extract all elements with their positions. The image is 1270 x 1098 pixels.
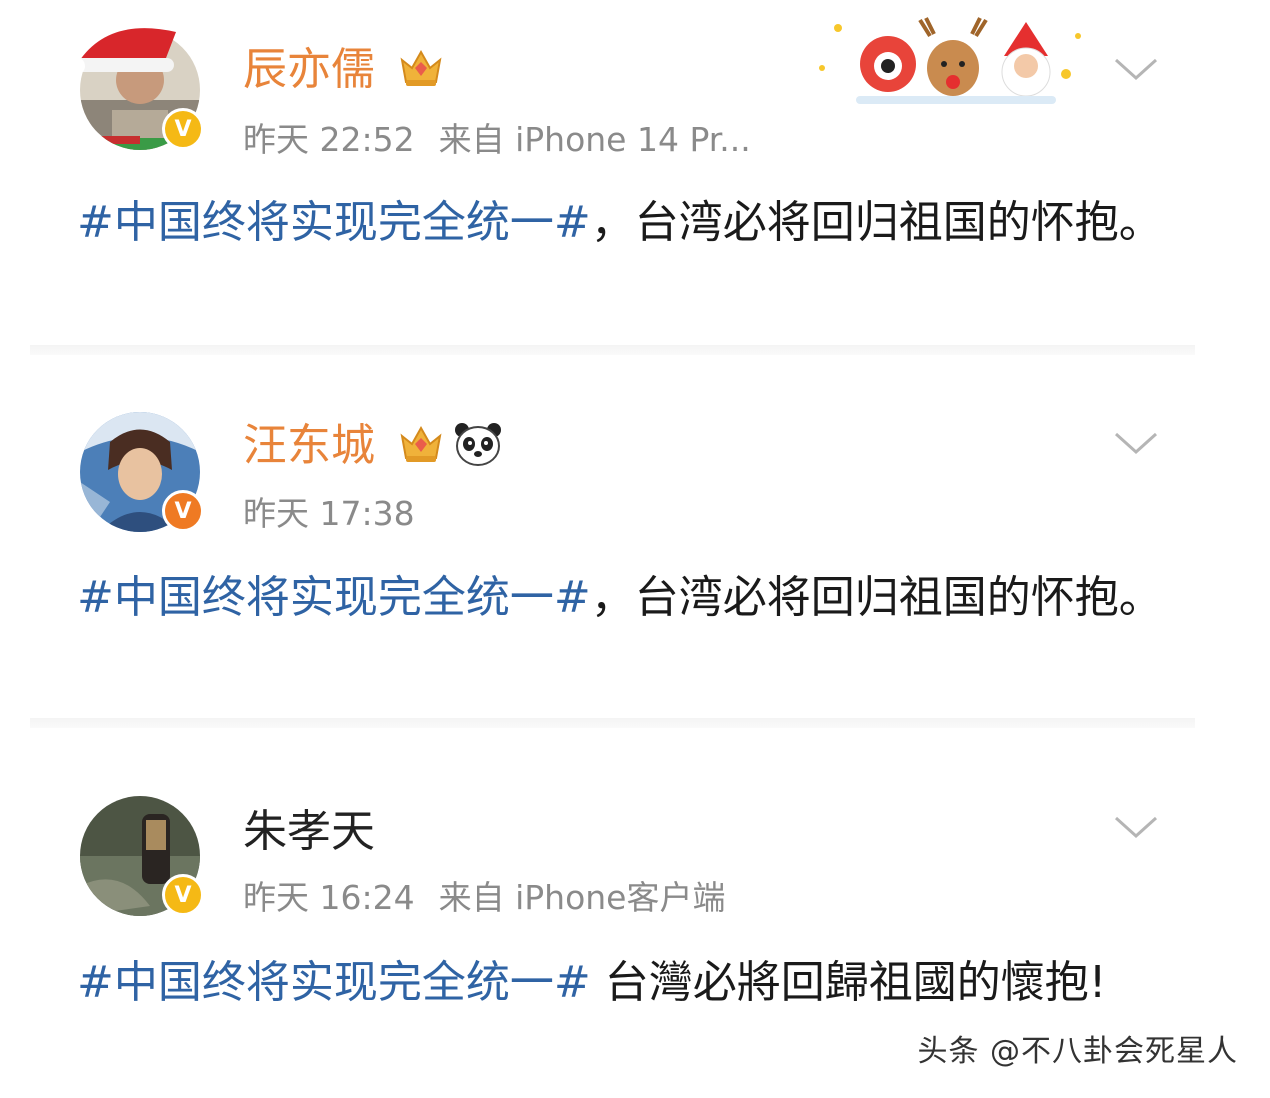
post-card[interactable]: V 辰亦儒 昨天 22:52 来自 iPhone 14 Pr... #中国终将实…: [0, 0, 1270, 345]
avatar[interactable]: V: [80, 796, 204, 916]
divider: [30, 718, 1195, 728]
post-source: 来自 iPhone客户端: [438, 878, 726, 917]
post-time: 昨天 17:38: [243, 494, 415, 533]
weibo-feed: V 辰亦儒 昨天 22:52 来自 iPhone 14 Pr... #中国终将实…: [0, 0, 1270, 1098]
avatar[interactable]: V: [80, 412, 204, 532]
hashtag-link[interactable]: #中国终将实现完全统一#: [77, 197, 591, 248]
santa-hat-icon: [67, 28, 176, 75]
christmas-banner: [819, 17, 1081, 104]
post-source: 来自 iPhone 14 Pr...: [438, 120, 751, 159]
watermark: 头条 @不八卦会死星人: [917, 1034, 1238, 1069]
verified-v-icon: V: [162, 490, 204, 532]
post-time: 昨天 22:52: [243, 120, 415, 159]
post-text: ，台湾必将回归祖国的怀抱。: [590, 197, 1163, 248]
post-time: 昨天 16:24: [243, 878, 415, 917]
post-meta: 昨天 16:24 来自 iPhone客户端: [243, 878, 725, 918]
post-card[interactable]: V 汪东城 昨天 17:38 #中国终将实现完全统一#，台湾必将回归祖国的怀抱。: [0, 362, 1270, 720]
post-body: #中国终将实现完全统一# 台灣必將回歸祖國的懷抱!: [77, 950, 1177, 1016]
panda-icon: [455, 423, 501, 466]
chevron-down-icon[interactable]: [1112, 812, 1160, 842]
crown-icon: [400, 49, 442, 86]
post-meta: 昨天 22:52 来自 iPhone 14 Pr...: [243, 120, 751, 160]
post-text: ，台湾必将回归祖国的怀抱。: [590, 572, 1163, 623]
username[interactable]: 辰亦儒: [243, 44, 375, 96]
divider: [30, 345, 1195, 355]
verified-v-icon: V: [162, 108, 204, 150]
post-body: #中国终将实现完全统一#，台湾必将回归祖国的怀抱。: [77, 190, 1177, 256]
post-body: #中国终将实现完全统一#，台湾必将回归祖国的怀抱。: [77, 565, 1177, 631]
post-meta: 昨天 17:38: [243, 494, 415, 534]
avatar[interactable]: V: [67, 28, 204, 150]
hashtag-link[interactable]: #中国终将实现完全统一#: [77, 572, 591, 623]
chevron-down-icon[interactable]: [1112, 54, 1160, 84]
hashtag-link[interactable]: #中国终将实现完全统一#: [77, 957, 591, 1008]
username[interactable]: 汪东城: [243, 420, 375, 472]
crown-icon: [400, 425, 442, 462]
username[interactable]: 朱孝天: [243, 806, 375, 858]
chevron-down-icon[interactable]: [1112, 428, 1160, 458]
post-text: 台灣必將回歸祖國的懷抱!: [590, 957, 1107, 1008]
verified-v-icon: V: [162, 874, 204, 916]
